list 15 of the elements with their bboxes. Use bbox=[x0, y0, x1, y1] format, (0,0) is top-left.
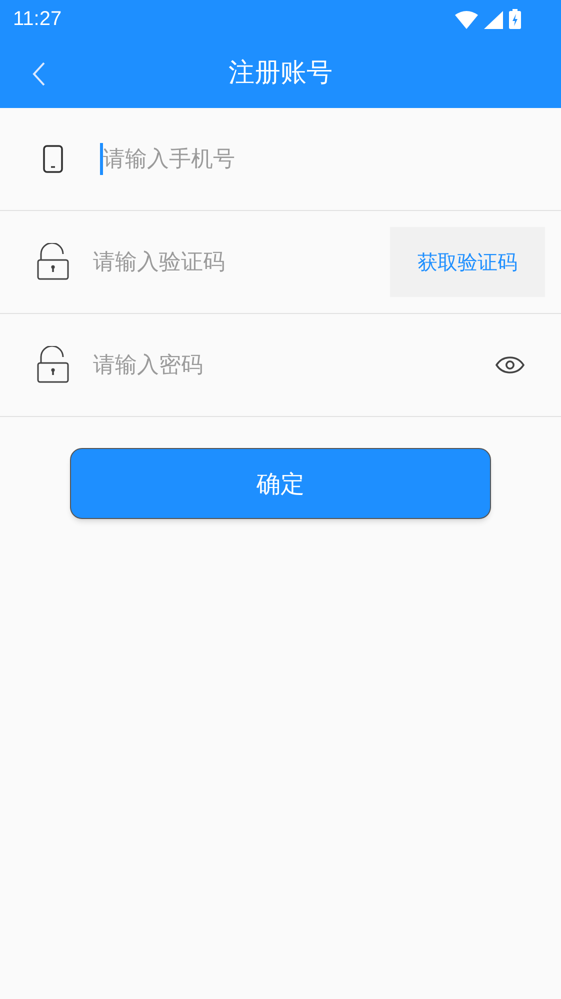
get-code-button[interactable]: 获取验证码 bbox=[390, 227, 545, 297]
unlocked-padlock-icon bbox=[36, 243, 70, 281]
eye-icon[interactable] bbox=[495, 355, 525, 375]
back-icon[interactable] bbox=[31, 61, 47, 87]
confirm-button[interactable]: 确定 bbox=[70, 448, 491, 519]
input-field[interactable]: 请输入验证码 bbox=[90, 246, 370, 278]
input-field[interactable]: 请输入密码 bbox=[90, 349, 475, 381]
page-title: 注册账号 bbox=[228, 56, 332, 90]
unlocked-padlock-icon bbox=[36, 346, 70, 384]
battery-icon bbox=[509, 9, 521, 29]
phone-icon bbox=[42, 144, 64, 174]
input-field[interactable]: 请输入手机号 bbox=[100, 143, 545, 175]
status-time: 11:27 bbox=[13, 7, 62, 32]
signal-icon bbox=[484, 11, 503, 29]
wifi-icon bbox=[455, 11, 478, 29]
